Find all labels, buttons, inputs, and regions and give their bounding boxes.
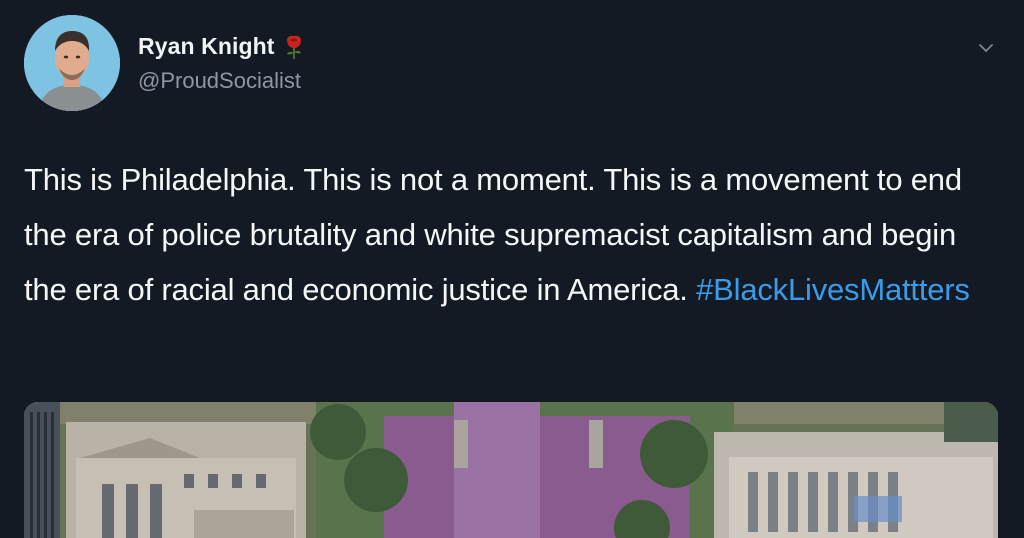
rose-icon (283, 35, 305, 59)
tweet-media-image[interactable] (24, 402, 998, 538)
tweet-text: This is Philadelphia. This is not a mome… (24, 152, 984, 317)
tweet-card: Ryan Knight @ProudSocialist This is Phil… (0, 0, 1024, 538)
author-name-row: Ryan Knight (138, 33, 305, 60)
chevron-down-icon[interactable] (976, 38, 996, 58)
author-avatar[interactable] (24, 15, 120, 111)
author-display-name[interactable]: Ryan Knight (138, 33, 275, 60)
author-handle[interactable]: @ProudSocialist (138, 68, 301, 94)
hashtag-link[interactable]: #BlackLivesMattters (696, 272, 970, 307)
